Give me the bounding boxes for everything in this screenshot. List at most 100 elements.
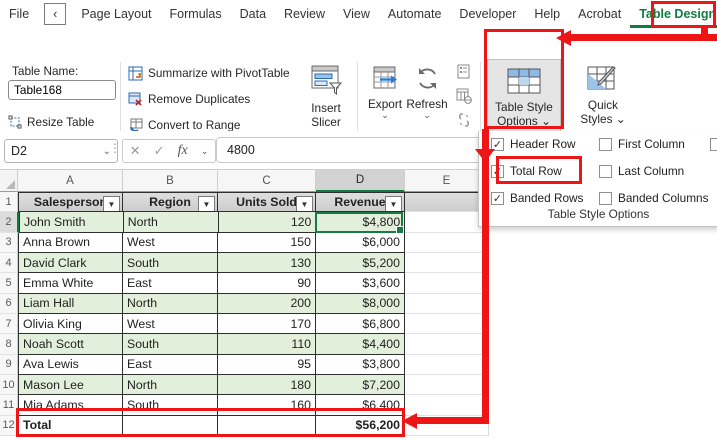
cell[interactable]: $4,400 xyxy=(316,334,405,354)
cell[interactable]: 150 xyxy=(218,233,316,253)
cell-empty[interactable] xyxy=(405,212,489,232)
fx-chevron-icon[interactable]: ⌄ xyxy=(201,147,209,155)
cell-empty[interactable] xyxy=(405,355,489,375)
cell-empty[interactable] xyxy=(405,334,489,354)
cell[interactable]: South xyxy=(123,334,218,354)
cancel-icon[interactable]: ✕ xyxy=(130,143,141,159)
refresh-button[interactable]: Refresh ⌄ xyxy=(402,61,452,119)
cell[interactable]: East xyxy=(123,355,218,375)
table-header-cell[interactable]: Region▼ xyxy=(123,192,218,212)
cell[interactable]: $6,000 xyxy=(316,233,405,253)
tab-automate[interactable]: Automate xyxy=(379,0,451,28)
cell[interactable]: Liam Hall xyxy=(18,294,123,314)
insert-slicer-button[interactable]: Insert Slicer xyxy=(302,61,350,129)
row-number[interactable]: 3 xyxy=(0,233,18,253)
cell[interactable]: 200 xyxy=(218,294,316,314)
cell[interactable]: 130 xyxy=(218,253,316,273)
checkbox-banded-rows[interactable]: ✓Banded Rows xyxy=(491,190,583,206)
row-number[interactable]: 9 xyxy=(0,355,18,375)
cell[interactable]: North xyxy=(123,375,218,395)
cell-empty[interactable] xyxy=(405,233,489,253)
filter-dropdown-icon[interactable]: ▼ xyxy=(385,196,402,213)
resize-table-button[interactable]: Resize Table xyxy=(8,112,94,132)
open-in-browser-icon[interactable] xyxy=(456,88,472,104)
cell[interactable]: 95 xyxy=(218,355,316,375)
filter-dropdown-icon[interactable]: ▼ xyxy=(198,196,215,213)
checkbox-first-column[interactable]: First Column xyxy=(599,136,685,152)
tab-[interactable]: ‹ xyxy=(44,3,66,25)
tab-acrobat[interactable]: Acrobat xyxy=(569,0,630,28)
cell[interactable]: $5,200 xyxy=(316,253,405,273)
row-number[interactable]: 5 xyxy=(0,273,18,293)
column-header-e[interactable]: E xyxy=(405,170,489,192)
tab-data[interactable]: Data xyxy=(231,0,275,28)
cell[interactable]: North xyxy=(124,212,219,232)
tab-view[interactable]: View xyxy=(334,0,379,28)
table-properties-icon[interactable] xyxy=(456,64,471,79)
summarize-pivottable-button[interactable]: Summarize with PivotTable xyxy=(128,63,290,83)
cell[interactable]: 120 xyxy=(219,212,317,232)
cell[interactable]: North xyxy=(123,294,218,314)
export-dropdown-chevron[interactable]: ⌄ xyxy=(381,111,389,119)
table-header-cell[interactable]: Revenue▼ xyxy=(316,192,405,212)
cell[interactable]: John Smith xyxy=(19,212,124,232)
checkbox-last-column[interactable]: Last Column xyxy=(599,163,684,179)
table-header-cell[interactable]: Units Sold▼ xyxy=(218,192,316,212)
select-all-corner[interactable] xyxy=(0,170,18,192)
cell[interactable]: $6,800 xyxy=(316,314,405,334)
filter-dropdown-icon[interactable]: ▼ xyxy=(296,196,313,213)
cell[interactable]: 90 xyxy=(218,273,316,293)
cell[interactable]: Olivia King xyxy=(18,314,123,334)
cell[interactable]: $8,000 xyxy=(316,294,405,314)
checkbox-header-row[interactable]: ✓Header Row xyxy=(491,136,576,152)
cutoff-checkbox[interactable] xyxy=(710,136,717,152)
cell-empty[interactable] xyxy=(405,294,489,314)
formula-input[interactable]: 4800 xyxy=(216,137,498,163)
quick-styles-button[interactable]: Quick Styles ⌄ xyxy=(568,61,638,126)
unlink-icon[interactable] xyxy=(456,112,472,128)
cell-empty[interactable] xyxy=(405,375,489,395)
column-header-b[interactable]: B xyxy=(123,170,218,192)
row-number[interactable]: 6 xyxy=(0,294,18,314)
cell[interactable]: Noah Scott xyxy=(18,334,123,354)
row-number[interactable]: 8 xyxy=(0,334,18,354)
cell[interactable]: West xyxy=(123,233,218,253)
column-header-d[interactable]: D xyxy=(316,170,405,192)
cell[interactable]: 170 xyxy=(218,314,316,334)
enter-icon[interactable]: ✓ xyxy=(154,143,165,159)
cell[interactable]: 180 xyxy=(218,375,316,395)
cell[interactable]: Mason Lee xyxy=(18,375,123,395)
cell[interactable]: Anna Brown xyxy=(18,233,123,253)
cell-empty[interactable] xyxy=(405,395,489,415)
cell[interactable]: David Clark xyxy=(18,253,123,273)
tab-formulas[interactable]: Formulas xyxy=(161,0,231,28)
checkbox-banded-columns[interactable]: Banded Columns xyxy=(599,190,709,206)
column-header-c[interactable]: C xyxy=(218,170,316,192)
cell-empty[interactable] xyxy=(405,253,489,273)
fill-handle[interactable] xyxy=(396,226,404,234)
cell[interactable]: West xyxy=(123,314,218,334)
insert-function-icon[interactable]: fx xyxy=(178,143,188,159)
cell-empty[interactable] xyxy=(405,273,489,293)
row-number[interactable]: 10 xyxy=(0,375,18,395)
row-number[interactable]: 7 xyxy=(0,314,18,334)
cell[interactable]: 110 xyxy=(218,334,316,354)
cell[interactable]: Ava Lewis xyxy=(18,355,123,375)
cell[interactable]: East xyxy=(123,273,218,293)
cell[interactable]: Emma White xyxy=(18,273,123,293)
row-number[interactable]: 2 xyxy=(0,212,19,232)
cell[interactable]: $3,800 xyxy=(316,355,405,375)
cell[interactable]: South xyxy=(123,253,218,273)
row-number[interactable]: 4 xyxy=(0,253,18,273)
cell-empty[interactable] xyxy=(405,192,489,212)
tab-help[interactable]: Help xyxy=(525,0,569,28)
cell-empty[interactable] xyxy=(405,314,489,334)
name-box[interactable]: D2 ⌄ xyxy=(4,139,118,163)
cell[interactable]: $7,200 xyxy=(316,375,405,395)
row-number[interactable]: 1 xyxy=(0,192,18,212)
tab-page-layout[interactable]: Page Layout xyxy=(72,0,160,28)
tab-developer[interactable]: Developer xyxy=(450,0,525,28)
table-name-input[interactable] xyxy=(8,80,116,100)
tab-file[interactable]: File xyxy=(0,0,38,28)
filter-dropdown-icon[interactable]: ▼ xyxy=(103,196,120,213)
